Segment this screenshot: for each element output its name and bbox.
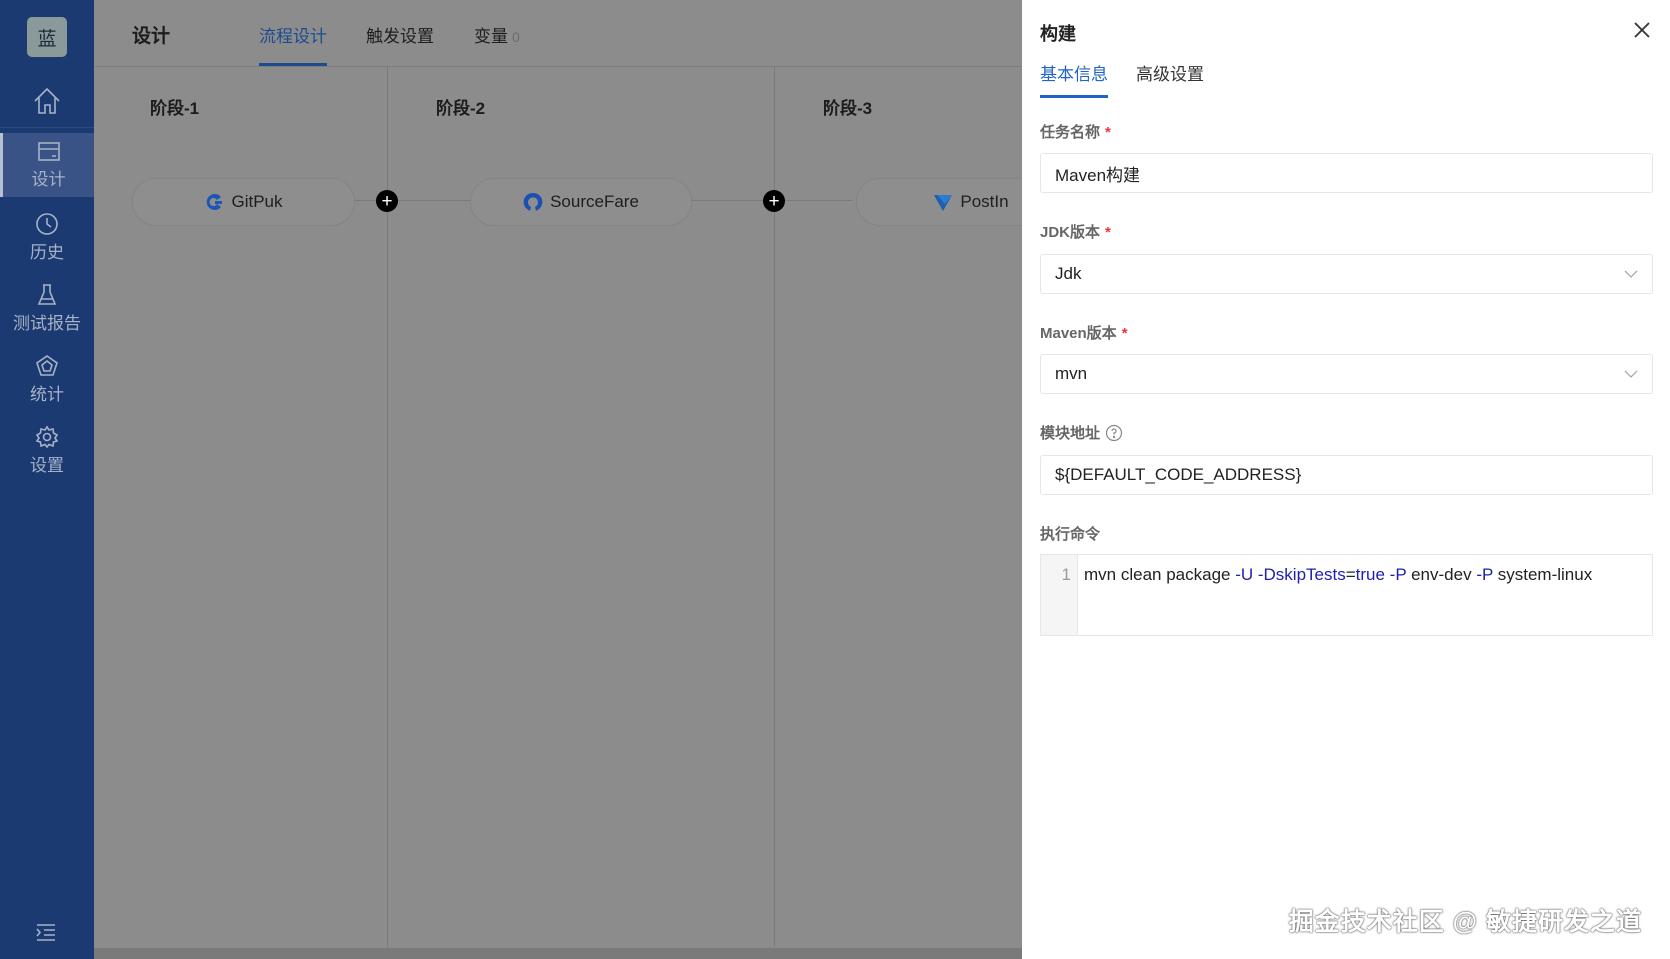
tab-variables[interactable]: 变量 0 xyxy=(474,22,520,47)
gear-icon xyxy=(35,425,59,448)
sidebar-item-label: 设计 xyxy=(31,169,66,189)
node-label: PostIn xyxy=(960,192,1009,211)
sidebar-item-test-report[interactable]: 测试报告 xyxy=(0,276,94,340)
tab-label: 流程设计 xyxy=(259,27,327,46)
home-button[interactable] xyxy=(0,74,94,128)
module-input[interactable]: ${DEFAULT_CODE_ADDRESS} xyxy=(1040,455,1653,495)
sidebar-item-settings[interactable]: 设置 xyxy=(0,418,94,482)
sidebar-item-stats[interactable]: 统计 xyxy=(0,347,94,411)
node-sourcefare[interactable]: SourceFare xyxy=(470,178,692,226)
task-name-value: Maven构建 xyxy=(1055,165,1141,185)
command-editor[interactable]: 1 mvn clean package -U -DskipTests=true … xyxy=(1040,554,1653,636)
stage-title: 阶段-2 xyxy=(436,99,486,118)
horizontal-scrollbar[interactable] xyxy=(94,948,1022,959)
maven-value: mvn xyxy=(1055,364,1088,383)
menu-collapse-icon[interactable] xyxy=(34,920,58,944)
home-icon xyxy=(34,87,60,114)
watermark: 掘金技术社区 @ 敏捷研发之道 xyxy=(1288,908,1642,936)
tab-advanced-settings[interactable]: 高级设置 xyxy=(1136,60,1204,85)
close-icon[interactable] xyxy=(1632,20,1652,40)
sidebar-item-label: 测试报告 xyxy=(13,313,81,333)
tab-label: 高级设置 xyxy=(1136,65,1204,84)
pentagon-chart-icon xyxy=(36,354,58,376)
module-label: 模块地址 xyxy=(1040,422,1123,443)
maven-label: Maven版本 * xyxy=(1040,325,1128,342)
node-gitpuk[interactable]: GitPuk xyxy=(132,178,355,226)
jdk-select[interactable]: Jdk xyxy=(1040,254,1653,294)
stage-title: 阶段-1 xyxy=(150,99,200,118)
clock-icon xyxy=(36,212,58,235)
command-code: mvn clean package -U -DskipTests=true -P… xyxy=(1084,565,1593,584)
tab-basic-info[interactable]: 基本信息 xyxy=(1040,60,1108,98)
main-area: 设计 流程设计 触发设置 变量 0 阶段-1 阶段-2 阶段-3 GitPuk +… xyxy=(94,0,1086,959)
sourcefare-icon xyxy=(523,192,543,211)
chevron-down-icon xyxy=(1624,370,1638,378)
maven-select[interactable]: mvn xyxy=(1040,354,1653,394)
stage-title: 阶段-3 xyxy=(823,99,873,118)
build-drawer: 构建 基本信息 高级设置 任务名称 * Maven构建 JDK版本 * Jdk Ma… xyxy=(1022,0,1670,959)
line-number: 1 xyxy=(1041,555,1078,635)
tab-flow-design[interactable]: 流程设计 xyxy=(259,22,327,66)
plus-icon: + xyxy=(381,190,393,212)
flask-icon xyxy=(37,283,57,305)
task-name-label: 任务名称 * xyxy=(1040,124,1111,141)
card-icon xyxy=(37,141,60,161)
tab-trigger-settings[interactable]: 触发设置 xyxy=(366,22,434,47)
jdk-value: Jdk xyxy=(1055,264,1082,283)
sidebar-item-label: 统计 xyxy=(30,384,64,404)
sidebar: 蓝 设计 历史 测试报告 统计 设置 xyxy=(0,0,94,959)
jdk-label: JDK版本 * xyxy=(1040,224,1111,241)
header: 设计 流程设计 触发设置 变量 0 xyxy=(94,0,1022,67)
page-title: 设计 xyxy=(132,26,171,47)
add-stage-button[interactable]: + xyxy=(763,190,785,212)
drawer-title: 构建 xyxy=(1040,24,1076,44)
connector-line xyxy=(355,200,470,201)
sidebar-item-design[interactable]: 设计 xyxy=(0,133,94,197)
tab-label: 基本信息 xyxy=(1040,65,1108,84)
sidebar-item-history[interactable]: 历史 xyxy=(0,205,94,269)
sidebar-item-label: 设置 xyxy=(30,455,64,475)
node-label: SourceFare xyxy=(550,192,639,211)
tab-label: 触发设置 xyxy=(366,27,434,46)
help-icon[interactable] xyxy=(1105,424,1123,442)
variable-count: 0 xyxy=(512,29,520,45)
app-logo[interactable]: 蓝 xyxy=(27,17,67,57)
chevron-down-icon xyxy=(1624,270,1638,278)
module-value: ${DEFAULT_CODE_ADDRESS} xyxy=(1055,465,1302,484)
plus-icon: + xyxy=(768,190,780,212)
postin-icon xyxy=(934,195,953,211)
task-name-input[interactable]: Maven构建 xyxy=(1040,153,1653,193)
command-label: 执行命令 xyxy=(1040,526,1101,543)
tab-label: 变量 xyxy=(474,27,508,46)
gitpuk-icon xyxy=(207,194,223,210)
node-label: GitPuk xyxy=(231,192,283,211)
sidebar-item-label: 历史 xyxy=(30,242,64,262)
add-stage-button[interactable]: + xyxy=(376,190,398,212)
